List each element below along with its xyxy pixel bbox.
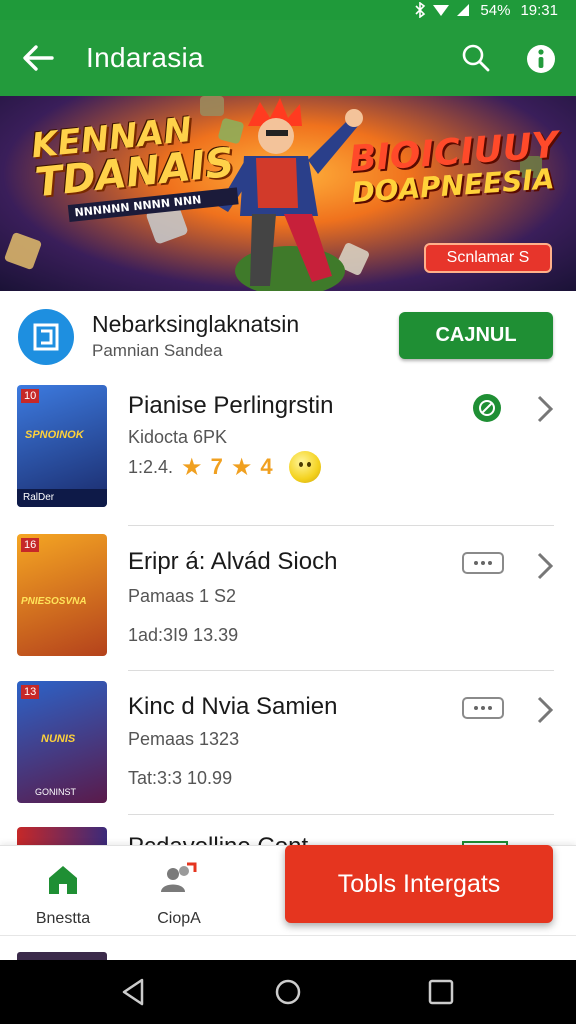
verified-badge-icon: [473, 394, 501, 422]
featured-action-button[interactable]: CAJNUL: [399, 312, 553, 359]
item-title: Pianise Perlingrstin: [128, 392, 334, 419]
info-icon[interactable]: [524, 42, 558, 76]
smiley-icon: [288, 451, 321, 483]
more-options-icon[interactable]: [462, 552, 504, 574]
chevron-right-icon[interactable]: [534, 695, 556, 725]
item-stats: 1ad:3I9 13.39: [128, 625, 239, 645]
list-item[interactable]: 16 PNIESOSVNA Eripr á: Alvád Sioch Pamaa…: [0, 526, 576, 666]
wifi-icon: [433, 5, 450, 16]
item-title: Eripr á: Alvád Sioch: [128, 548, 338, 575]
featured-app-row[interactable]: Nebarksinglaknatsin Pamnian Sandea CAJNU…: [0, 291, 576, 377]
home-icon: [49, 866, 77, 894]
list-item[interactable]: Pcdavelline Cont: [0, 815, 576, 845]
item-developer: Pemaas 1323: [128, 729, 240, 749]
app-title: Indarasia: [86, 42, 204, 73]
status-bar: 54% 19:31: [0, 0, 576, 20]
banner-right-title: BIOICIUUY DOAPNEESIA: [347, 124, 560, 210]
primary-action-button[interactable]: Tobls Intergats: [285, 845, 553, 923]
list-item-peek: [0, 935, 576, 962]
chevron-right-icon[interactable]: [534, 551, 556, 581]
search-icon[interactable]: [460, 42, 492, 74]
nav-home[interactable]: Bnestta: [18, 856, 108, 932]
nav-home-label: Bnestta: [35, 910, 91, 927]
item-stats: Tat:3:3 10.99: [128, 768, 233, 788]
list-item[interactable]: 13 NUNIS GONINST Kinc d Nvia Samien Pema…: [0, 671, 576, 811]
banner-left-title: KENNAN TDANAIS NNNNNN NNNN NNN: [29, 106, 239, 225]
star-icon: ★: [181, 453, 203, 481]
featured-app-name: Nebarksinglaknatsin: [92, 311, 300, 337]
clock-text: 19:31: [520, 1, 558, 19]
game-thumbnail: 16 PNIESOSVNA: [17, 534, 107, 656]
signal-icon: [457, 4, 470, 16]
game-thumbnail: [17, 827, 107, 845]
battery-text: 54%: [480, 1, 511, 19]
bluetooth-icon: [415, 2, 426, 18]
banner-cta-badge[interactable]: Scnlamar S: [424, 243, 552, 273]
back-arrow-icon[interactable]: [20, 40, 56, 76]
home-circle-icon[interactable]: [272, 976, 304, 1008]
more-options-icon[interactable]: [462, 697, 504, 719]
item-developer: Kidocta 6PK: [128, 427, 228, 447]
group-icon: [161, 862, 197, 892]
star-icon: ★: [230, 453, 253, 481]
game-thumbnail: 13 NUNIS GONINST: [17, 681, 107, 803]
item-developer: Pamaas 1 S2: [128, 586, 237, 606]
game-thumbnail: 10 SPNOINOK RalDer: [17, 385, 107, 507]
nav-groups[interactable]: CiopA: [134, 856, 224, 932]
recents-square-icon[interactable]: [425, 976, 457, 1008]
item-title: Kinc d Nvia Samien: [128, 693, 338, 720]
item-stat: 1:2.4.: [128, 456, 174, 477]
featured-app-subtitle: Pamnian Sandea: [92, 341, 223, 360]
item-star-value: 7: [210, 454, 223, 479]
back-triangle-icon[interactable]: [118, 976, 150, 1008]
item-title: Pcdavelline Cont: [128, 833, 308, 845]
chevron-right-icon[interactable]: [534, 394, 556, 424]
nav-groups-label: CiopA: [157, 910, 201, 927]
item-rating: 1:2.4. ★ 7 ★ 4: [128, 451, 321, 483]
app-bar: Indarasia: [0, 20, 576, 96]
app-logo-icon: [33, 323, 59, 351]
featured-app-logo: [18, 309, 74, 365]
item-star-value: 4: [260, 454, 273, 479]
list-item[interactable]: 10 SPNOINOK RalDer Pianise Perlingrstin …: [0, 377, 576, 517]
system-navigation-bar: [0, 960, 576, 1024]
promo-banner[interactable]: KENNAN TDANAIS NNNNNN NNNN NNN BIOICIUUY…: [0, 96, 576, 291]
